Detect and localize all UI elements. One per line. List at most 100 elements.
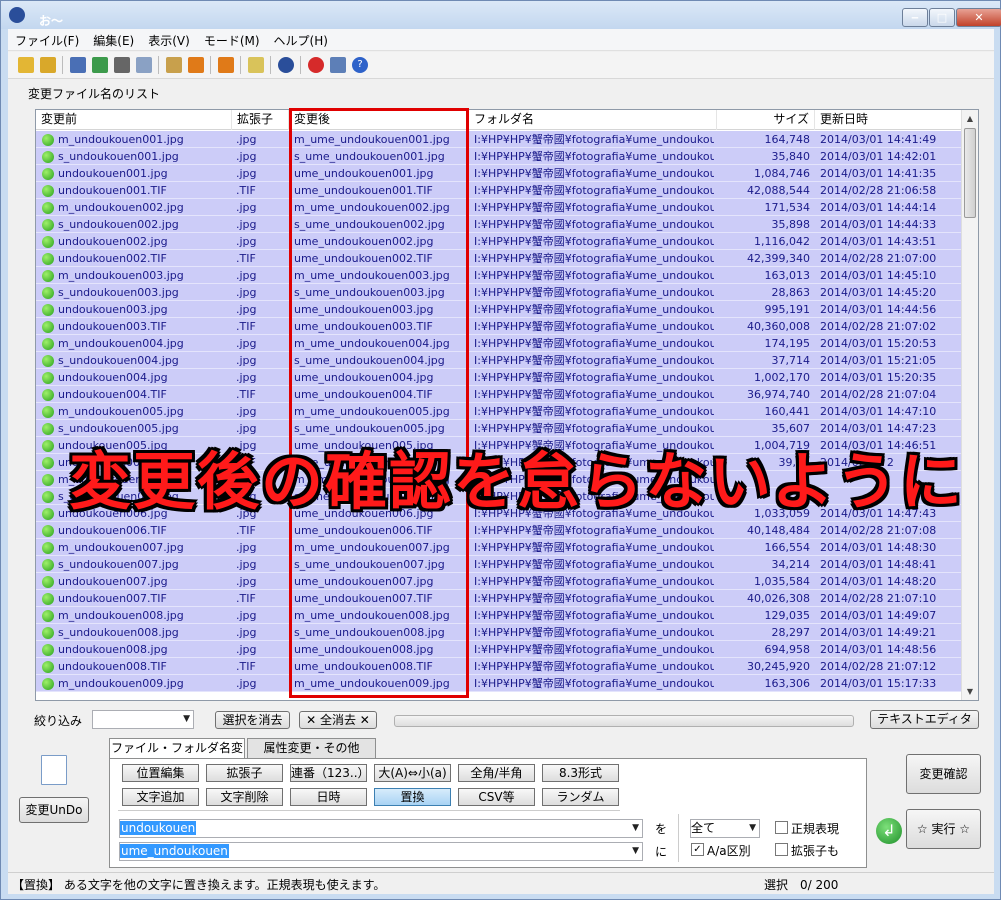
- help-icon[interactable]: ?: [352, 57, 368, 73]
- table-row[interactable]: undoukouen003.jpg .jpg ume_undoukouen003.j…: [36, 301, 962, 318]
- text-editor-button[interactable]: テキストエディタ: [870, 710, 979, 729]
- table-row[interactable]: m_undoukouen005.jpg .jpg m_ume_undoukouen0…: [36, 403, 962, 420]
- copy-icon[interactable]: [136, 57, 152, 73]
- table-row[interactable]: undoukouen007.jpg .jpg ume_undoukouen007.j…: [36, 573, 962, 590]
- op-button[interactable]: 連番（123..）: [290, 764, 370, 782]
- table-row[interactable]: undoukouen006.TIF .TIF ume_undoukouen006.T…: [36, 522, 962, 539]
- undo-button[interactable]: 変更UnDo: [19, 797, 89, 823]
- op-button[interactable]: 置換: [374, 788, 451, 806]
- filter-combo[interactable]: ▼: [92, 710, 194, 729]
- record-icon[interactable]: [308, 57, 324, 73]
- op-button[interactable]: ランダム: [542, 788, 619, 806]
- table-row[interactable]: m_undoukouen008.jpg .jpg m_ume_undoukouen0…: [36, 607, 962, 624]
- move-down-icon[interactable]: [218, 57, 234, 73]
- menu-view[interactable]: 表示(V): [141, 29, 197, 50]
- tab-rename[interactable]: ファイル・フォルダ名変更: [109, 738, 245, 774]
- file-list[interactable]: 変更前 拡張子 変更後 フォルダ名 サイズ 更新日時 m_undoukouen0…: [35, 109, 979, 701]
- op-button[interactable]: 大(A)⇔小(a): [374, 764, 451, 782]
- scope-combo[interactable]: 全て ▼: [690, 819, 760, 838]
- cell-ext: .jpg: [236, 609, 257, 622]
- cell-folder: I:¥HP¥HP¥蟹帝國¥fotografia¥ume_undoukoue...: [474, 184, 714, 197]
- status-ok-icon: [42, 185, 54, 197]
- table-row[interactable]: undoukouen008.jpg .jpg ume_undoukouen008.j…: [36, 641, 962, 658]
- menu-help[interactable]: ヘルプ(H): [267, 29, 335, 50]
- case-checkbox[interactable]: ✓: [691, 843, 704, 856]
- table-row[interactable]: undoukouen001.jpg .jpg ume_undoukouen001.j…: [36, 165, 962, 182]
- table-row[interactable]: undoukouen004.jpg .jpg ume_undoukouen004.j…: [36, 369, 962, 386]
- column-folder[interactable]: フォルダ名: [469, 110, 717, 130]
- replace-combo[interactable]: ume_undoukouen ▼: [119, 842, 643, 861]
- table-row[interactable]: s_undoukouen003.jpg .jpg s_ume_undoukouen0…: [36, 284, 962, 301]
- ext-checkbox[interactable]: [775, 843, 788, 856]
- table-row[interactable]: undoukouen004.TIF .TIF ume_undoukouen004.T…: [36, 386, 962, 403]
- app-logo-icon[interactable]: [278, 57, 294, 73]
- table-row[interactable]: m_undoukouen003.jpg .jpg m_ume_undoukouen0…: [36, 267, 962, 284]
- op-button[interactable]: 全角/半角: [458, 764, 535, 782]
- save-icon[interactable]: [70, 57, 86, 73]
- table-row[interactable]: m_undoukouen001.jpg .jpg m_ume_undoukouen0…: [36, 131, 962, 148]
- vertical-scrollbar[interactable]: ▲ ▼: [961, 110, 978, 700]
- table-row[interactable]: s_undoukouen002.jpg .jpg s_ume_undoukouen0…: [36, 216, 962, 233]
- cell-folder: I:¥HP¥HP¥蟹帝國¥fotografia¥ume_undoukoue...: [474, 558, 714, 571]
- close-button[interactable]: ✕: [956, 8, 1001, 27]
- op-button[interactable]: 文字削除: [206, 788, 283, 806]
- op-button[interactable]: 文字追加: [122, 788, 199, 806]
- clear-all-button[interactable]: ✕ 全消去 ✕: [299, 711, 377, 729]
- op-button[interactable]: CSV等: [458, 788, 535, 806]
- cell-folder: I:¥HP¥HP¥蟹帝國¥fotografia¥ume_undoukoue...: [474, 354, 714, 367]
- scroll-down-icon[interactable]: ▼: [962, 683, 978, 700]
- tab-attributes[interactable]: 属性変更・その他: [247, 738, 376, 758]
- scroll-up-icon[interactable]: ▲: [962, 110, 978, 127]
- table-row[interactable]: m_undoukouen004.jpg .jpg m_ume_undoukouen0…: [36, 335, 962, 352]
- table-row[interactable]: s_undoukouen007.jpg .jpg s_ume_undoukouen0…: [36, 556, 962, 573]
- regex-checkbox[interactable]: [775, 821, 788, 834]
- table-row[interactable]: undoukouen008.TIF .TIF ume_undoukouen008.T…: [36, 658, 962, 675]
- move-up-icon[interactable]: [188, 57, 204, 73]
- table-row[interactable]: s_undoukouen008.jpg .jpg s_ume_undoukouen0…: [36, 624, 962, 641]
- table-row[interactable]: undoukouen001.TIF .TIF ume_undoukouen001.T…: [36, 182, 962, 199]
- table-row[interactable]: undoukouen003.TIF .TIF ume_undoukouen003.T…: [36, 318, 962, 335]
- cell-folder: I:¥HP¥HP¥蟹帝國¥fotografia¥ume_undoukoue...: [474, 626, 714, 639]
- confirm-button[interactable]: 変更確認: [906, 754, 981, 794]
- menu-file[interactable]: ファイル(F): [8, 29, 86, 50]
- op-button[interactable]: 日時: [290, 788, 367, 806]
- cell-date: 2014/03/01 14:44:56: [820, 303, 937, 316]
- table-row[interactable]: s_undoukouen004.jpg .jpg s_ume_undoukouen0…: [36, 352, 962, 369]
- column-date[interactable]: 更新日時: [815, 110, 962, 130]
- document-icon[interactable]: [248, 57, 264, 73]
- open-list-icon[interactable]: [40, 57, 56, 73]
- table-row[interactable]: undoukouen002.TIF .TIF ume_undoukouen002.T…: [36, 250, 962, 267]
- table-row[interactable]: m_undoukouen002.jpg .jpg m_ume_undoukouen0…: [36, 199, 962, 216]
- refresh-icon[interactable]: [92, 57, 108, 73]
- find-combo[interactable]: undoukouen ▼: [119, 819, 643, 838]
- menu-edit[interactable]: 編集(E): [86, 29, 141, 50]
- column-size[interactable]: サイズ: [717, 110, 815, 130]
- list-rows: m_undoukouen001.jpg .jpg m_ume_undoukouen0…: [36, 131, 962, 692]
- status-ok-icon: [42, 168, 54, 180]
- column-ext[interactable]: 拡張子: [232, 110, 289, 130]
- table-row[interactable]: undoukouen007.TIF .TIF ume_undoukouen007.T…: [36, 590, 962, 607]
- cell-size: 35,840: [771, 150, 811, 163]
- column-before[interactable]: 変更前: [36, 110, 232, 130]
- run-button[interactable]: ☆ 実行 ☆: [906, 809, 981, 849]
- cut-icon[interactable]: [114, 57, 130, 73]
- table-row[interactable]: s_undoukouen001.jpg .jpg s_ume_undoukouen0…: [36, 148, 962, 165]
- table-row[interactable]: m_undoukouen009.jpg .jpg m_ume_undoukouen0…: [36, 675, 962, 692]
- clear-selection-button[interactable]: 選択を消去: [215, 711, 290, 729]
- op-button[interactable]: 拡張子: [206, 764, 283, 782]
- open-folder-icon[interactable]: [18, 57, 34, 73]
- minimize-button[interactable]: ‒: [902, 8, 928, 27]
- scroll-thumb[interactable]: [964, 128, 976, 218]
- cell-before: undoukouen007.TIF: [58, 592, 167, 605]
- op-button[interactable]: 位置編集: [122, 764, 199, 782]
- status-ok-icon: [42, 661, 54, 673]
- cell-before: m_undoukouen008.jpg: [58, 609, 184, 622]
- op-button[interactable]: 8.3形式: [542, 764, 619, 782]
- paste-icon[interactable]: [166, 57, 182, 73]
- cell-date: 2014/02/28 21:07:00: [820, 252, 937, 265]
- settings-icon[interactable]: [330, 57, 346, 73]
- table-row[interactable]: m_undoukouen007.jpg .jpg m_ume_undoukouen0…: [36, 539, 962, 556]
- maximize-button[interactable]: □: [929, 8, 955, 27]
- table-row[interactable]: undoukouen002.jpg .jpg ume_undoukouen002.j…: [36, 233, 962, 250]
- menu-mode[interactable]: モード(M): [197, 29, 267, 50]
